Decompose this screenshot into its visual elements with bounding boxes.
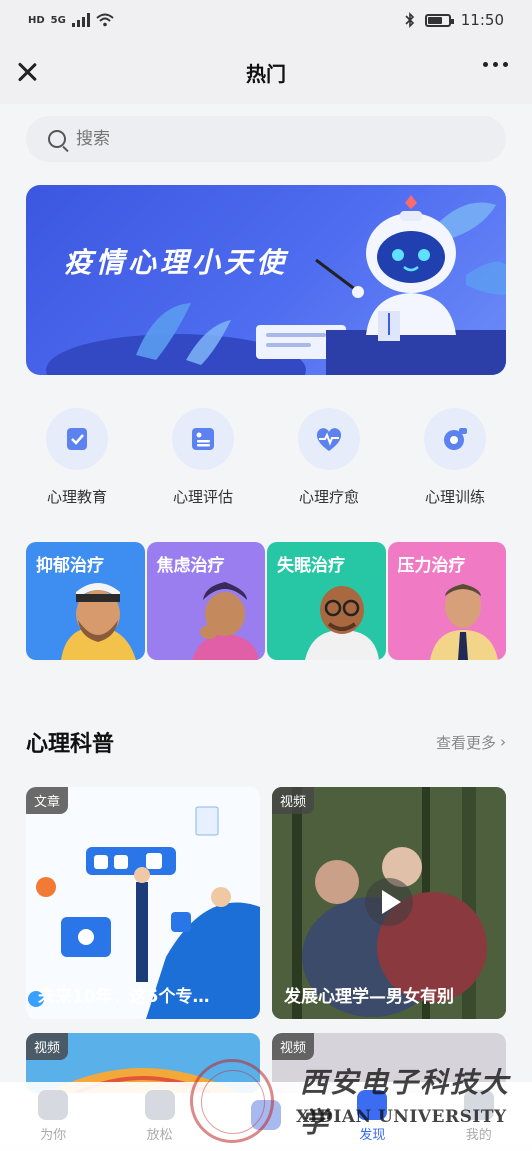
status-bar: HD 5G 11:50 — [0, 0, 532, 40]
bluetooth-icon — [405, 12, 414, 28]
therapy-cards: 抑郁治疗 焦虑治疗 失眠治疗 压力治疗 — [26, 542, 506, 660]
section-title: 心理科普 — [26, 732, 115, 757]
article-tag: 文章 — [26, 787, 69, 814]
university-seal-icon — [190, 1059, 274, 1143]
see-more-label: 查看更多 — [435, 733, 496, 752]
search-bar[interactable] — [26, 116, 506, 162]
quick-links: 心理教育 心理评估 心理疗愈 心理训练 — [0, 408, 532, 518]
video-card[interactable]: 视频 发展心理学—男女有别 — [272, 787, 506, 1019]
see-more-link[interactable]: 查看更多 › — [436, 732, 506, 753]
quick-link-label: 心理训练 — [424, 488, 485, 506]
therapy-card-anxiety[interactable]: 焦虑治疗 — [146, 542, 265, 660]
promo-banner[interactable]: 疫情心理小天使 — [26, 185, 506, 375]
therapy-label: 失眠治疗 — [277, 556, 345, 576]
close-icon[interactable] — [14, 58, 42, 86]
heart-icon — [38, 1090, 69, 1120]
search-input[interactable] — [76, 129, 456, 149]
training-icon — [424, 408, 486, 470]
status-left: HD 5G — [28, 13, 114, 27]
video-caption: 发展心理学—男女有别 — [284, 987, 454, 1007]
therapy-label: 抑郁治疗 — [36, 556, 104, 576]
article-card[interactable]: 文章 未来10年，这5个专… — [26, 787, 260, 1019]
quick-link-label: 心理评估 — [172, 488, 233, 506]
therapy-card-depression[interactable]: 抑郁治疗 — [26, 542, 145, 660]
quick-link-training[interactable]: 心理训练 — [400, 408, 510, 507]
more-icon[interactable] — [483, 62, 508, 67]
quick-link-education[interactable]: 心理教育 — [22, 408, 132, 507]
university-watermark: 西安电子科技大学 XIDIAN UNIVERSITY — [190, 1055, 532, 1151]
status-right: 11:50 — [405, 11, 504, 29]
quick-link-label: 心理疗愈 — [298, 488, 359, 506]
quick-link-healing[interactable]: 心理疗愈 — [274, 408, 384, 507]
therapy-card-stress[interactable]: 压力治疗 — [387, 542, 506, 660]
tab-for-you[interactable]: 为你 — [8, 1090, 98, 1143]
page-title: 热门 — [246, 61, 286, 86]
section-header: 心理科普 查看更多 › — [26, 726, 506, 758]
hd-badge: HD — [28, 14, 45, 26]
therapy-card-insomnia[interactable]: 失眠治疗 — [267, 542, 386, 660]
nav-bar: 热门 — [0, 40, 532, 104]
video-tag: 视频 — [272, 787, 315, 814]
signal-icon — [71, 13, 90, 27]
status-time: 11:50 — [460, 11, 504, 29]
tab-label: 为你 — [40, 1128, 67, 1143]
quick-link-label: 心理教育 — [46, 488, 107, 506]
wifi-icon — [96, 13, 114, 27]
therapy-label: 压力治疗 — [397, 556, 466, 576]
quick-link-assessment[interactable]: 心理评估 — [148, 408, 258, 507]
search-icon — [48, 130, 66, 148]
video-tag: 视频 — [26, 1033, 69, 1060]
battery-icon — [424, 13, 454, 27]
book-check-icon — [46, 408, 108, 470]
therapy-label: 焦虑治疗 — [156, 556, 225, 576]
watermark-chinese: 西安电子科技大学 — [300, 1066, 511, 1139]
heartbeat-icon — [298, 408, 360, 470]
banner-title: 疫情心理小天使 — [64, 246, 289, 279]
watermark-english: XIDIAN UNIVERSITY — [296, 1107, 507, 1127]
chevron-right-icon: › — [500, 733, 506, 751]
clipboard-icon — [172, 408, 234, 470]
network-label: 5G — [50, 14, 66, 26]
play-icon — [144, 1090, 175, 1120]
article-caption: 未来10年，这5个专… — [38, 987, 210, 1007]
